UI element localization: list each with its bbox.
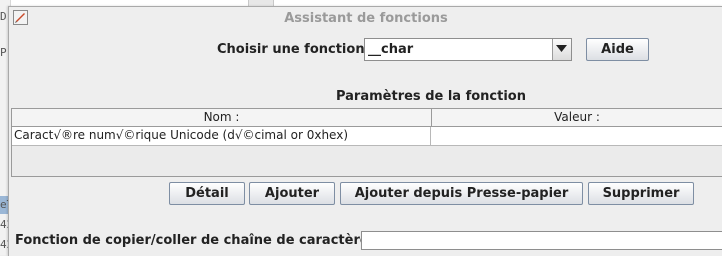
copy-paste-label: Fonction de copier/coller de chaîne de c… — [15, 233, 369, 248]
table-row[interactable]: Caract√®re num√©rique Unicode (d√©cimal … — [12, 127, 722, 146]
parameter-name-cell[interactable]: Caract√®re num√©rique Unicode (d√©cimal … — [12, 127, 431, 145]
table-header: Nom : Valeur : — [12, 109, 722, 127]
column-header-name[interactable]: Nom : — [12, 109, 432, 126]
parameter-value-cell[interactable] — [432, 127, 722, 145]
function-assistant-dialog: Assistant de fonctions Choisir une fonct… — [8, 6, 722, 256]
help-button[interactable]: Aide — [586, 38, 649, 61]
title-bar[interactable]: Assistant de fonctions — [9, 7, 722, 29]
parameters-title: Paramètres de la fonction — [335, 89, 526, 104]
function-select-value: __char — [368, 42, 414, 57]
chevron-down-icon — [556, 45, 567, 52]
function-select[interactable]: __char — [364, 38, 572, 61]
copy-paste-field[interactable] — [361, 231, 722, 250]
background-text: D — [0, 10, 7, 23]
column-header-value[interactable]: Valeur : — [432, 109, 722, 126]
delete-button[interactable]: Supprimer — [588, 182, 694, 205]
dialog-title: Assistant de fonctions — [284, 11, 448, 26]
choose-function-label: Choisir une fonction — [217, 42, 365, 57]
add-button[interactable]: Ajouter — [249, 182, 335, 205]
parameters-table: Nom : Valeur : Caract√®re num√©rique Uni… — [11, 108, 722, 177]
background-text: P — [0, 46, 7, 59]
dropdown-button[interactable] — [552, 39, 571, 60]
detail-button[interactable]: Détail — [169, 182, 245, 205]
add-from-clipboard-button[interactable]: Ajouter depuis Presse-papier — [340, 182, 583, 205]
